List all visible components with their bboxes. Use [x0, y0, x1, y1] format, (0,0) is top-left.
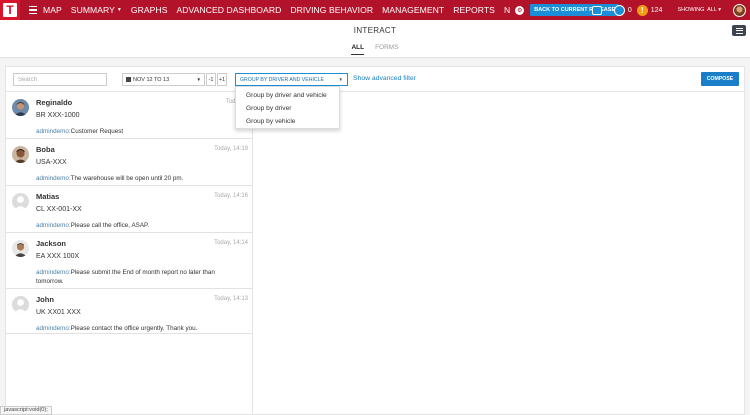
logo-letter: T	[3, 3, 17, 17]
tab-forms[interactable]: FORMS	[375, 44, 398, 55]
user-avatar[interactable]	[733, 3, 746, 17]
message-time: Today, 14:16	[214, 193, 248, 199]
date-range-picker[interactable]: NOV 12 TO 13 ▼	[122, 73, 205, 86]
message-body: Customer Request	[70, 128, 124, 135]
message-text: admindemo:Please contact the office urge…	[36, 324, 241, 333]
showing-filter[interactable]: SHOWING ALL ▾	[677, 7, 721, 13]
search-input[interactable]	[13, 73, 107, 86]
message-text: admindemo:Please call the office, ASAP.	[36, 221, 241, 230]
message-time: Today, 14:13	[214, 296, 248, 302]
driver-name: Boba	[36, 145, 55, 154]
list-item[interactable]: Matias Today, 14:16 CL XX-001-XX adminde…	[6, 186, 253, 233]
chat-icon[interactable]	[613, 4, 625, 16]
vehicle-plate: EA XXX 100X	[36, 253, 80, 260]
gear-icon[interactable]: ⚙	[515, 5, 525, 15]
interact-panel: NOV 12 TO 13 ▼ -1 +1 GROUP BY DRIVER AND…	[5, 66, 745, 415]
alert-icon[interactable]: !	[636, 4, 648, 16]
person-photo-icon	[12, 99, 29, 116]
group-by-selected: GROUP BY DRIVER AND VEHICLE	[240, 76, 324, 83]
message-sender: admindemo:	[36, 128, 71, 135]
message-sender: admindemo:	[36, 222, 71, 229]
top-nav-bar: T MAP SUMMARY ▼ GRAPHS ADVANCED DASHBOARD…	[0, 0, 750, 20]
chevron-down-icon: ▼	[116, 7, 122, 13]
message-body: Please call the office, ASAP.	[70, 222, 150, 229]
driver-name: Reginaldo	[36, 98, 73, 107]
menu-icon[interactable]	[732, 25, 746, 36]
vehicle-plate: USA-XXX	[36, 159, 67, 166]
date-range-label: NOV 12 TO 13	[133, 76, 170, 83]
driver-name: Jackson	[36, 239, 67, 248]
message-body: Please contact the office urgently. Than…	[70, 325, 198, 332]
nav-item-driving-behavior[interactable]: DRIVING BEHAVIOR	[290, 5, 373, 15]
driver-name: Matias	[36, 192, 60, 201]
nav-item-management[interactable]: MANAGEMENT	[382, 5, 444, 15]
tv-icon[interactable]	[591, 5, 602, 15]
nav-item-graphs[interactable]: GRAPHS	[131, 5, 168, 15]
list-item[interactable]: Boba Today, 14:19 USA-XXX admindemo:The …	[6, 139, 253, 186]
previous-day-button[interactable]: -1	[206, 73, 216, 86]
browser-status-bar: javascript:void(0);	[0, 406, 52, 415]
nav-item-advanced-dashboard[interactable]: ADVANCED DASHBOARD	[177, 5, 282, 15]
option-group-by-driver[interactable]: Group by driver	[236, 102, 339, 115]
chevron-down-icon: ▼	[196, 77, 201, 82]
message-list: Reginaldo Today, 1 BR XXX-1000 admindemo…	[6, 92, 253, 414]
list-item[interactable]: Jackson Today, 14:14 EA XXX 100X adminde…	[6, 233, 253, 289]
driver-name: John	[36, 295, 54, 304]
message-sender: admindemo:	[36, 269, 71, 276]
vehicle-plate: BR XXX-1000	[36, 112, 80, 119]
message-text: admindemo:The warehouse will be open unt…	[36, 174, 241, 183]
message-text: admindemo:Please submit the End of month…	[36, 268, 241, 286]
option-group-by-vehicle[interactable]: Group by vehicle	[236, 115, 339, 128]
page-title: INTERACT	[353, 26, 397, 35]
message-sender: admindemo:	[36, 175, 71, 182]
nav-item-summary[interactable]: SUMMARY ▼	[71, 5, 122, 15]
hamburger-icon[interactable]	[29, 6, 37, 14]
next-day-button[interactable]: +1	[217, 73, 227, 86]
app-logo[interactable]: T	[0, 0, 20, 20]
list-item[interactable]: John Today, 14:13 UK XX01 XXX admindemo:…	[6, 289, 253, 334]
message-time: Today, 14:19	[214, 146, 248, 152]
nav-item-map[interactable]: MAP	[43, 5, 62, 15]
message-time: Today, 14:14	[214, 240, 248, 246]
group-by-dropdown: Group by driver and vehicle Group by dri…	[235, 86, 340, 129]
nav-right-group: 0 ! 124 SHOWING ALL ▾	[591, 0, 750, 20]
list-item[interactable]: Reginaldo Today, 1 BR XXX-1000 admindemo…	[6, 92, 253, 139]
message-text: admindemo:Customer Request	[36, 127, 241, 136]
default-avatar-icon	[12, 296, 29, 313]
tab-all[interactable]: ALL	[351, 44, 365, 55]
default-avatar-icon	[12, 193, 29, 210]
person-photo-icon	[12, 240, 29, 257]
chevron-down-icon: ▼	[338, 77, 343, 82]
nav-item-reports[interactable]: REPORTS	[453, 5, 495, 15]
person-photo-icon	[12, 146, 29, 163]
vehicle-plate: CL XX-001-XX	[36, 206, 82, 213]
tab-bar: ALL FORMS	[0, 44, 750, 55]
compose-button[interactable]: COMPOSE	[701, 72, 739, 86]
nav-item-truncated[interactable]: N	[504, 5, 510, 15]
alerts-count: 124	[650, 6, 663, 14]
group-by-select[interactable]: GROUP BY DRIVER AND VEHICLE ▼	[235, 73, 348, 86]
message-sender: admindemo:	[36, 325, 71, 332]
nav-items: MAP SUMMARY ▼ GRAPHS ADVANCED DASHBOARD D…	[43, 0, 620, 20]
option-group-by-driver-and-vehicle[interactable]: Group by driver and vehicle	[236, 89, 339, 102]
calendar-icon	[126, 77, 131, 82]
messages-count: 0	[627, 6, 632, 14]
message-body: The warehouse will be open until 20 pm.	[70, 175, 184, 182]
vehicle-plate: UK XX01 XXX	[36, 309, 81, 316]
sub-header: INTERACT ALL FORMS	[0, 20, 750, 58]
show-advanced-filter-link[interactable]: Show advanced filter	[353, 75, 416, 82]
